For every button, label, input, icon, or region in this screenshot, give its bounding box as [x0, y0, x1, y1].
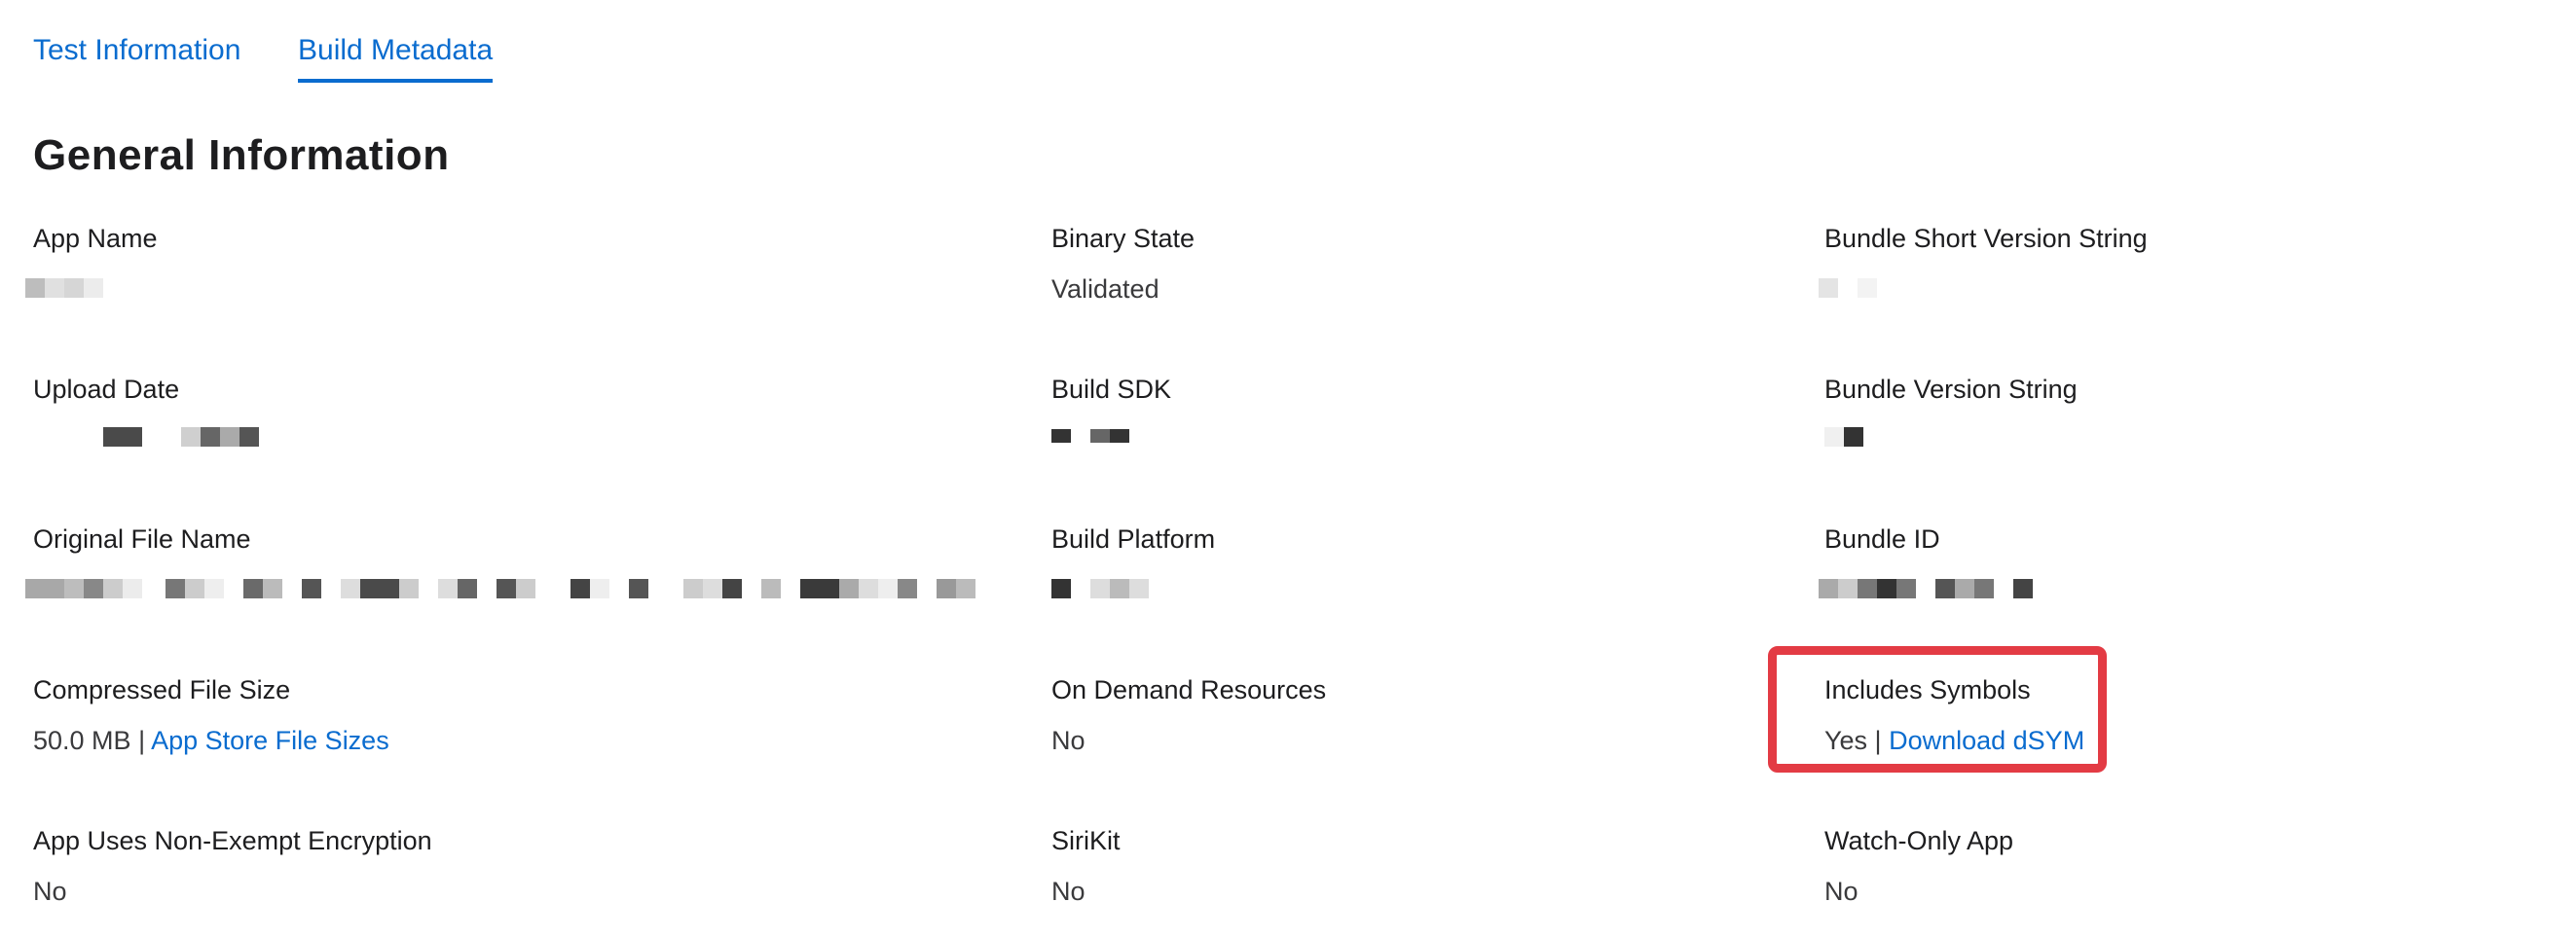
field-value: No — [1051, 726, 1086, 755]
field-value: No — [1824, 877, 1858, 906]
field-value: No — [1051, 877, 1086, 906]
field-on-demand-resources: On Demand Resources No — [1051, 673, 1326, 757]
field-label: On Demand Resources — [1051, 675, 1327, 704]
field-value: 50.0 MB | App Store File Sizes — [33, 724, 389, 757]
separator: | — [130, 726, 152, 755]
tab-test-information[interactable]: Test Information — [33, 31, 240, 70]
field-non-exempt-encryption: App Uses Non-Exempt Encryption No — [33, 824, 432, 908]
field-bundle-short-version: Bundle Short Version String — [1819, 222, 2148, 298]
redacted-value — [33, 427, 259, 447]
section-title: General Information — [33, 131, 450, 179]
field-binary-state: Binary State Validated — [1051, 222, 1195, 306]
field-label: Watch-Only App — [1824, 826, 2014, 855]
redacted-value — [1051, 579, 1215, 598]
field-label: App Name — [33, 224, 158, 253]
field-upload-date: Upload Date — [33, 373, 259, 447]
field-label: App Uses Non-Exempt Encryption — [33, 826, 432, 855]
tab-build-metadata[interactable]: Build Metadata — [298, 31, 494, 83]
field-original-file-name: Original File Name — [25, 523, 975, 598]
field-compressed-file-size: Compressed File Size 50.0 MB | App Store… — [33, 673, 389, 757]
field-sirikit: SiriKit No — [1051, 824, 1121, 908]
field-label: Upload Date — [33, 375, 180, 404]
redacted-value — [1824, 427, 2078, 447]
field-label: Build SDK — [1051, 375, 1172, 404]
redacted-value — [25, 278, 158, 298]
field-label: Original File Name — [33, 524, 251, 554]
field-label: Bundle Version String — [1824, 375, 2078, 404]
field-app-name: App Name — [25, 222, 158, 298]
field-label: Compressed File Size — [33, 675, 291, 704]
file-size-value: 50.0 MB — [33, 726, 131, 755]
app-store-file-sizes-link[interactable]: App Store File Sizes — [151, 726, 389, 755]
redacted-value — [1051, 429, 1171, 443]
field-build-sdk: Build SDK — [1051, 373, 1171, 443]
field-label: Binary State — [1051, 224, 1196, 253]
field-bundle-id: Bundle ID — [1819, 523, 2033, 598]
field-build-platform: Build Platform — [1051, 523, 1215, 598]
redacted-value — [25, 579, 975, 598]
redacted-value — [1819, 579, 2033, 598]
field-value: No — [33, 877, 67, 906]
field-label: SiriKit — [1051, 826, 1121, 855]
redacted-value — [1819, 278, 2148, 298]
field-label: Bundle ID — [1824, 524, 1940, 554]
field-label: Bundle Short Version String — [1824, 224, 2148, 253]
field-watch-only-app: Watch-Only App No — [1824, 824, 2013, 908]
field-bundle-version: Bundle Version String — [1824, 373, 2078, 447]
field-value: Validated — [1051, 274, 1159, 304]
highlight-box — [1768, 646, 2107, 773]
field-label: Build Platform — [1051, 524, 1216, 554]
